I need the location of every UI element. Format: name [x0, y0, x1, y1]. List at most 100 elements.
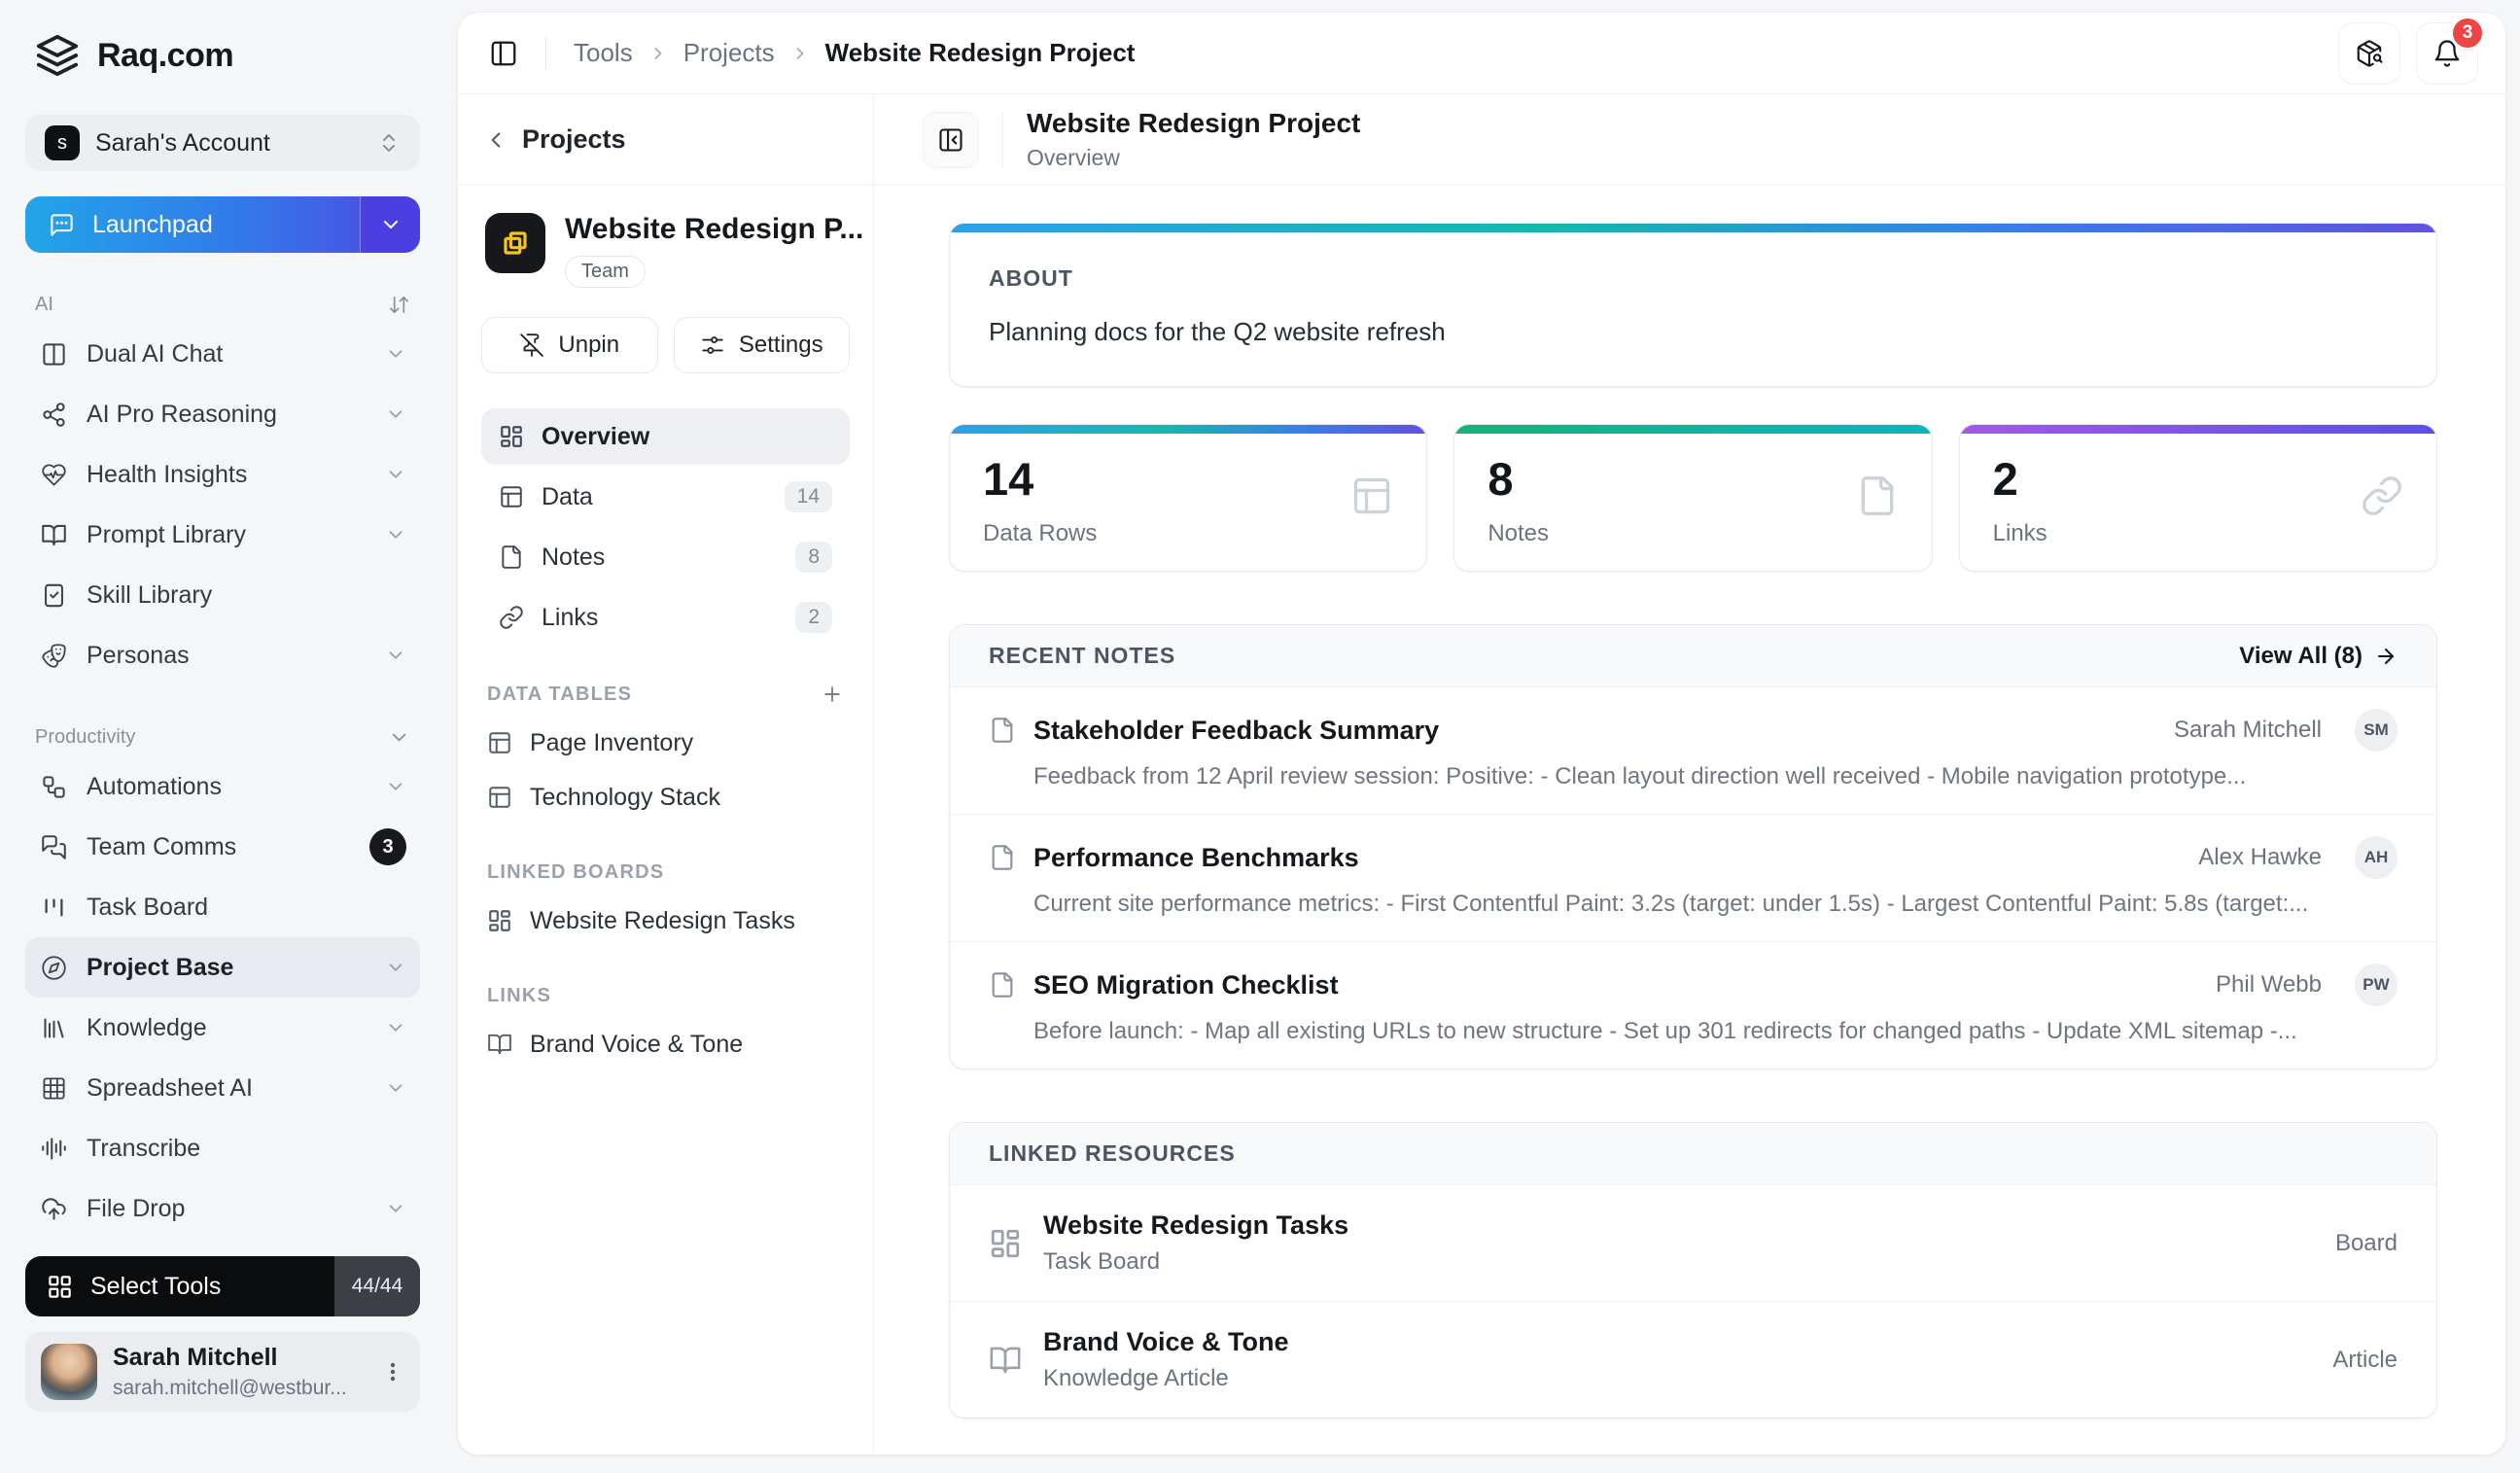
chevron-down-icon: [385, 464, 406, 485]
sidebar-item-label: File Drop: [87, 1195, 366, 1223]
brand-layers-icon: [35, 33, 80, 78]
sidebar-item-team-comms[interactable]: Team Comms 3: [25, 817, 420, 877]
package-search-button[interactable]: [2338, 22, 2400, 85]
sidebar-item-ai-pro-reasoning[interactable]: AI Pro Reasoning: [25, 384, 420, 444]
chevron-down-icon: [385, 957, 406, 978]
account-switcher[interactable]: s Sarah's Account: [25, 115, 420, 171]
stat-card-links[interactable]: 2 Links: [1959, 424, 2437, 572]
table-grid-icon: [41, 1075, 67, 1102]
links-header: LINKS: [487, 985, 844, 1007]
stat-gradient-bar: [950, 425, 1426, 434]
project-logo: [485, 213, 545, 273]
table-icon: [487, 785, 512, 810]
sidebar-item-label: Task Board: [87, 894, 406, 922]
workflow-icon: [41, 774, 67, 800]
data-tables-header: DATA TABLES: [487, 683, 844, 706]
sidebar-item-knowledge[interactable]: Knowledge: [25, 998, 420, 1058]
note-row-stakeholder-feedback[interactable]: Stakeholder Feedback Summary Sarah Mitch…: [950, 687, 2436, 814]
note-author: Alex Hawke: [2198, 844, 2322, 871]
plus-icon[interactable]: [821, 683, 844, 706]
item-label: Website Redesign Tasks: [530, 907, 795, 935]
workspace-sheet: Tools Projects Website Redesign Project …: [457, 12, 2506, 1455]
note-row-seo-migration-checklist[interactable]: SEO Migration Checklist Phil Webb PW Bef…: [950, 941, 2436, 1069]
cloud-upload-icon: [41, 1196, 67, 1222]
messages-square-icon: [41, 834, 67, 860]
book-open-icon: [487, 1032, 512, 1057]
link-icon: [499, 605, 524, 630]
sidebar-item-project-base[interactable]: Project Base: [25, 937, 420, 998]
settings-label: Settings: [739, 332, 823, 359]
sidebar-item-dual-ai-chat[interactable]: Dual AI Chat: [25, 324, 420, 384]
sidebar-item-skill-library[interactable]: Skill Library: [25, 565, 420, 625]
panel-left-icon[interactable]: [489, 39, 518, 68]
brand-name: Raq.com: [97, 37, 233, 75]
tab-data[interactable]: Data 14: [481, 469, 850, 525]
overview-content: ABOUT Planning docs for the Q2 website r…: [874, 186, 2505, 1455]
sidebar-item-label: Prompt Library: [87, 521, 366, 549]
package-search-icon: [2355, 39, 2384, 68]
data-rows-label: Data Rows: [983, 520, 1393, 547]
topbar: Tools Projects Website Redesign Project …: [458, 13, 2505, 94]
collapse-panel-button[interactable]: [923, 112, 979, 168]
resource-row-brand-voice-tone[interactable]: Brand Voice & Tone Knowledge Article Art…: [950, 1301, 2436, 1418]
project-summary: Website Redesign P... Team: [481, 213, 850, 288]
stat-card-data-rows[interactable]: 14 Data Rows: [949, 424, 1427, 572]
sidebar-item-label: Health Insights: [87, 461, 366, 489]
unpin-button[interactable]: Unpin: [481, 317, 658, 373]
breadcrumb-tools[interactable]: Tools: [574, 38, 633, 68]
sidebar-item-label: Knowledge: [87, 1014, 366, 1042]
notifications-button[interactable]: 3: [2416, 22, 2478, 85]
data-tables-title: DATA TABLES: [487, 684, 632, 706]
sidebar-item-label: Spreadsheet AI: [87, 1074, 366, 1103]
link-brand-voice-tone[interactable]: Brand Voice & Tone: [481, 1017, 850, 1071]
arrow-down-up-icon[interactable]: [388, 294, 410, 316]
data-table-technology-stack[interactable]: Technology Stack: [481, 770, 850, 824]
layout-dashboard-icon: [989, 1227, 1022, 1260]
sidebar-item-prompt-library[interactable]: Prompt Library: [25, 505, 420, 565]
sidebar-item-transcribe[interactable]: Transcribe: [25, 1118, 420, 1178]
main-area: Website Redesign Project Overview ABOUT …: [874, 94, 2505, 1455]
note-row-performance-benchmarks[interactable]: Performance Benchmarks Alex Hawke AH Cur…: [950, 814, 2436, 941]
stat-card-notes[interactable]: 8 Notes: [1453, 424, 1932, 572]
select-tools-count: 44/44: [334, 1256, 420, 1316]
recent-notes-title: RECENT NOTES: [989, 643, 1175, 669]
sidebar-item-spreadsheet-ai[interactable]: Spreadsheet AI: [25, 1058, 420, 1118]
sidebar-item-personas[interactable]: Personas: [25, 625, 420, 685]
tab-label: Notes: [542, 544, 778, 572]
launchpad-button[interactable]: Launchpad: [25, 196, 420, 253]
chevron-left-icon: [483, 127, 508, 153]
linked-board-website-redesign-tasks[interactable]: Website Redesign Tasks: [481, 894, 850, 948]
breadcrumb-projects[interactable]: Projects: [683, 38, 775, 68]
back-to-projects[interactable]: Projects: [458, 94, 873, 186]
linked-boards-header: LINKED BOARDS: [487, 861, 844, 884]
recent-notes-header: RECENT NOTES View All (8): [950, 625, 2436, 687]
brand: Raq.com: [25, 33, 420, 78]
resource-row-website-redesign-tasks[interactable]: Website Redesign Tasks Task Board Board: [950, 1185, 2436, 1301]
sidebar-item-file-drop[interactable]: File Drop: [25, 1178, 420, 1239]
select-tools-button[interactable]: Select Tools 44/44: [25, 1256, 420, 1316]
sidebar-item-automations[interactable]: Automations: [25, 756, 420, 817]
stat-gradient-bar: [1960, 425, 2436, 434]
tab-overview[interactable]: Overview: [481, 408, 850, 465]
settings-button[interactable]: Settings: [674, 317, 851, 373]
launchpad-expand-button[interactable]: [360, 196, 420, 253]
about-title: ABOUT: [989, 265, 2398, 292]
user-card[interactable]: Sarah Mitchell sarah.mitchell@westbur...: [25, 1332, 420, 1412]
book-open-icon: [41, 522, 67, 548]
view-all-notes-link[interactable]: View All (8): [2239, 643, 2398, 670]
breadcrumb: Tools Projects Website Redesign Project: [574, 38, 2338, 68]
sidebar-item-health-insights[interactable]: Health Insights: [25, 444, 420, 505]
section-header-productivity[interactable]: Productivity: [35, 726, 410, 749]
section-header-ai: AI: [35, 294, 410, 316]
compass-icon: [41, 955, 67, 981]
team-comms-badge: 3: [369, 828, 406, 865]
data-table-page-inventory[interactable]: Page Inventory: [481, 716, 850, 770]
tab-notes[interactable]: Notes 8: [481, 529, 850, 585]
sidebar-item-task-board[interactable]: Task Board: [25, 877, 420, 937]
kebab-menu-icon[interactable]: [381, 1360, 404, 1384]
topbar-divider: [545, 37, 546, 70]
chevron-down-icon: [385, 776, 406, 797]
chevron-down-icon: [385, 645, 406, 666]
columns-icon: [41, 341, 67, 368]
tab-links[interactable]: Links 2: [481, 589, 850, 646]
